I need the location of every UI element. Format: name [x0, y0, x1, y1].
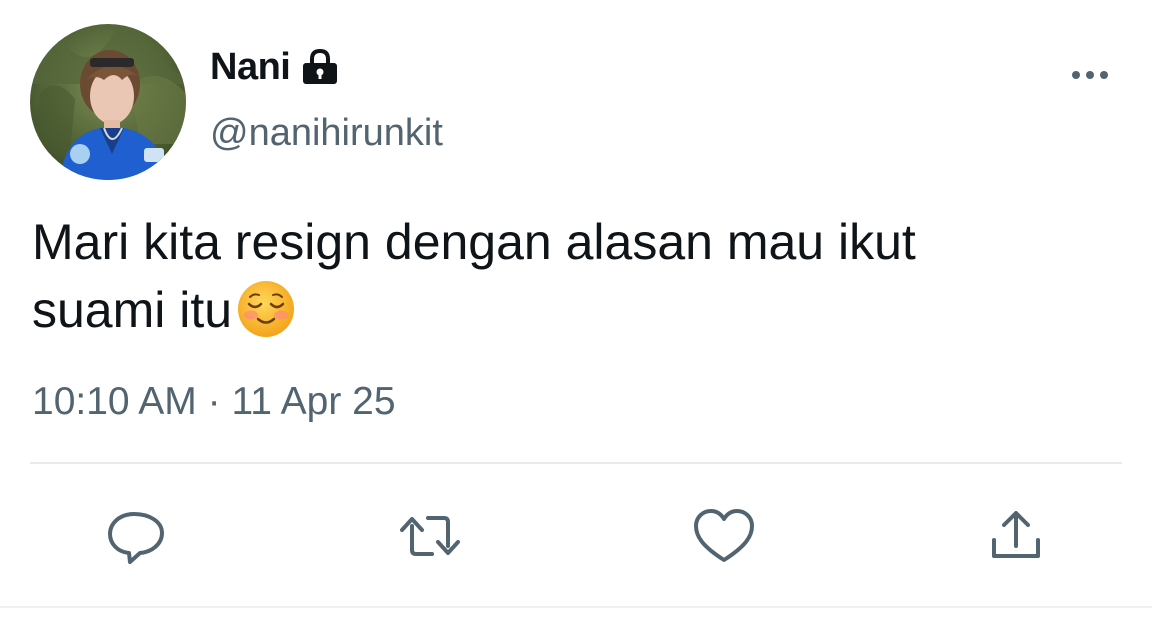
avatar[interactable]: [30, 24, 186, 180]
avatar-photo: [30, 24, 186, 180]
tweet-text-line-1: Mari kita resign dengan alasan mau ikut: [32, 214, 916, 270]
bottom-divider: [0, 606, 1152, 608]
smiling-face-icon: [236, 279, 296, 339]
reply-button[interactable]: [104, 506, 168, 566]
author-name-row: Nani: [210, 42, 340, 92]
retweet-icon: [400, 516, 460, 556]
tweet-text-line-2-text: suami itu: [32, 282, 233, 338]
more-options-button[interactable]: [1068, 60, 1112, 90]
timestamp-separator: ·: [207, 380, 221, 423]
user-handle[interactable]: @nanihirunkit: [210, 112, 443, 155]
comment-icon: [108, 512, 164, 564]
more-horizontal-icon: [1072, 71, 1108, 79]
display-name[interactable]: Nani: [210, 46, 291, 89]
tweet-time: 10:10 AM: [32, 380, 197, 423]
lock-icon: [300, 48, 340, 86]
tweet-text: Mari kita resign dengan alasan mau ikut …: [32, 208, 1112, 344]
tweet-timestamp[interactable]: 10:10 AM · 11 Apr 25: [32, 380, 396, 424]
retweet-button[interactable]: [398, 506, 462, 566]
tweet-text-line-2: suami itu: [32, 276, 1112, 344]
divider: [30, 462, 1122, 464]
tweet-date: 11 Apr 25: [231, 380, 396, 423]
heart-icon: [694, 509, 754, 562]
share-icon: [992, 511, 1040, 558]
like-button[interactable]: [692, 506, 756, 566]
share-button[interactable]: [984, 506, 1048, 566]
